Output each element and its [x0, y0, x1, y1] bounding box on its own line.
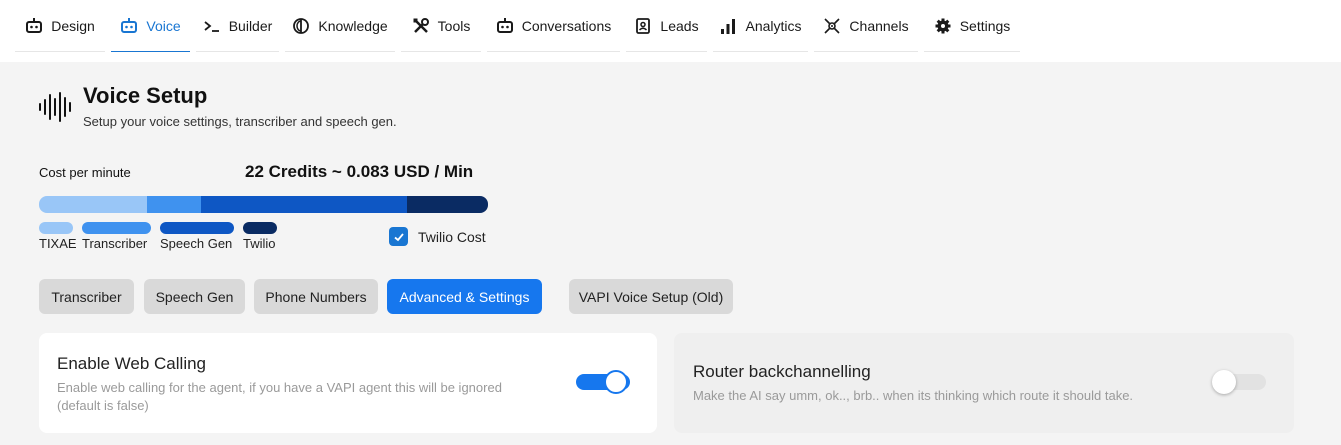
nav-tab-conversations[interactable]: Conversations: [487, 0, 620, 52]
lead-badge-icon: [636, 17, 651, 34]
toggle-knob[interactable]: [1212, 370, 1236, 394]
tab-speech-gen[interactable]: Speech Gen: [144, 279, 245, 314]
legend-transcriber: Transcriber: [82, 222, 151, 251]
tab-transcriber[interactable]: Transcriber: [39, 279, 134, 314]
nav-tab-label: Knowledge: [318, 17, 388, 34]
knowledge-icon: [293, 17, 310, 34]
nav-tab-design[interactable]: Design: [15, 0, 105, 52]
nav-tab-voice[interactable]: Voice: [111, 0, 190, 52]
nav-tab-label: Builder: [228, 17, 273, 34]
legend-label: Speech Gen: [160, 236, 233, 251]
cost-segment-speech-gen: [201, 196, 408, 213]
legend-swatch: [243, 222, 277, 234]
nav-tab-leads[interactable]: Leads: [626, 0, 707, 52]
router-backchannelling-toggle[interactable]: [1212, 370, 1266, 394]
nav-tab-analytics[interactable]: Analytics: [713, 0, 808, 52]
tab-phone-numbers[interactable]: Phone Numbers: [254, 279, 378, 314]
legend-twilio: Twilio: [243, 222, 277, 251]
cost-value: 22 Credits ~ 0.083 USD / Min: [245, 162, 474, 181]
twilio-cost-checkbox[interactable]: Twilio Cost: [389, 227, 486, 246]
robot-icon: [26, 17, 43, 33]
legend-swatch: [160, 222, 234, 234]
nav-tab-label: Conversations: [521, 17, 612, 34]
cost-segment-transcriber: [147, 196, 202, 213]
nav-tab-knowledge[interactable]: Knowledge: [285, 0, 395, 52]
nav-tab-tools[interactable]: Tools: [401, 0, 481, 52]
legend-label: Transcriber: [82, 236, 148, 251]
web-calling-description: Enable web calling for the agent, if you…: [57, 380, 502, 413]
nav-tab-label: Tools: [437, 17, 471, 34]
cost-segment-twilio: [407, 196, 488, 213]
bar-chart-icon: [721, 18, 736, 34]
sound-wave-icon: [39, 92, 71, 122]
router-backchannelling-title: Router backchannelling: [693, 362, 871, 381]
web-calling-title: Enable Web Calling: [57, 354, 206, 373]
web-calling-toggle[interactable]: [576, 370, 630, 394]
legend-swatch: [82, 222, 151, 234]
web-calling-card: Enable Web Calling Enable web calling fo…: [39, 333, 657, 433]
tools-icon: [413, 17, 429, 33]
page-title: Voice Setup: [83, 83, 208, 108]
tab-advanced-settings[interactable]: Advanced & Settings: [387, 279, 542, 314]
nav-tab-label: Channels: [849, 17, 909, 34]
top-nav: Design Voice Builder Knowledge Tools Con…: [0, 0, 1341, 62]
page-subtitle: Setup your voice settings, transcriber a…: [83, 114, 397, 129]
twilio-cost-label: Twilio Cost: [418, 228, 486, 245]
robot-icon: [496, 17, 513, 33]
terminal-icon: [204, 20, 219, 32]
toggle-knob[interactable]: [604, 370, 628, 394]
nav-tab-label: Settings: [959, 17, 1011, 34]
legend-tixae: TIXAE: [39, 222, 77, 251]
checkbox-checked[interactable]: [389, 227, 408, 246]
checkmark-icon: [393, 232, 404, 241]
router-backchannelling-description: Make the AI say umm, ok.., brb.. when it…: [693, 388, 1134, 403]
legend-swatch: [39, 222, 73, 234]
nav-tab-label: Design: [51, 17, 95, 34]
legend-speech-gen: Speech Gen: [160, 222, 234, 251]
nav-tab-label: Analytics: [745, 17, 802, 34]
nav-tab-builder[interactable]: Builder: [196, 0, 279, 52]
satellite-icon: [824, 17, 840, 34]
nav-tab-channels[interactable]: Channels: [814, 0, 918, 52]
legend-label: Twilio: [243, 236, 276, 251]
legend-label: TIXAE: [39, 236, 77, 251]
nav-tab-label: Leads: [660, 17, 699, 34]
cost-label: Cost per minute: [39, 165, 131, 180]
robot-icon: [121, 17, 138, 33]
router-backchannelling-card: Router backchannelling Make the AI say u…: [674, 333, 1294, 433]
nav-tab-settings[interactable]: Settings: [924, 0, 1020, 52]
cost-segment-tixae: [39, 196, 148, 213]
nav-tab-label: Voice: [146, 17, 181, 34]
cost-breakdown-bar: [39, 196, 488, 213]
tab-vapi-voice-setup-old[interactable]: VAPI Voice Setup (Old): [569, 279, 733, 314]
gear-icon: [935, 18, 951, 33]
